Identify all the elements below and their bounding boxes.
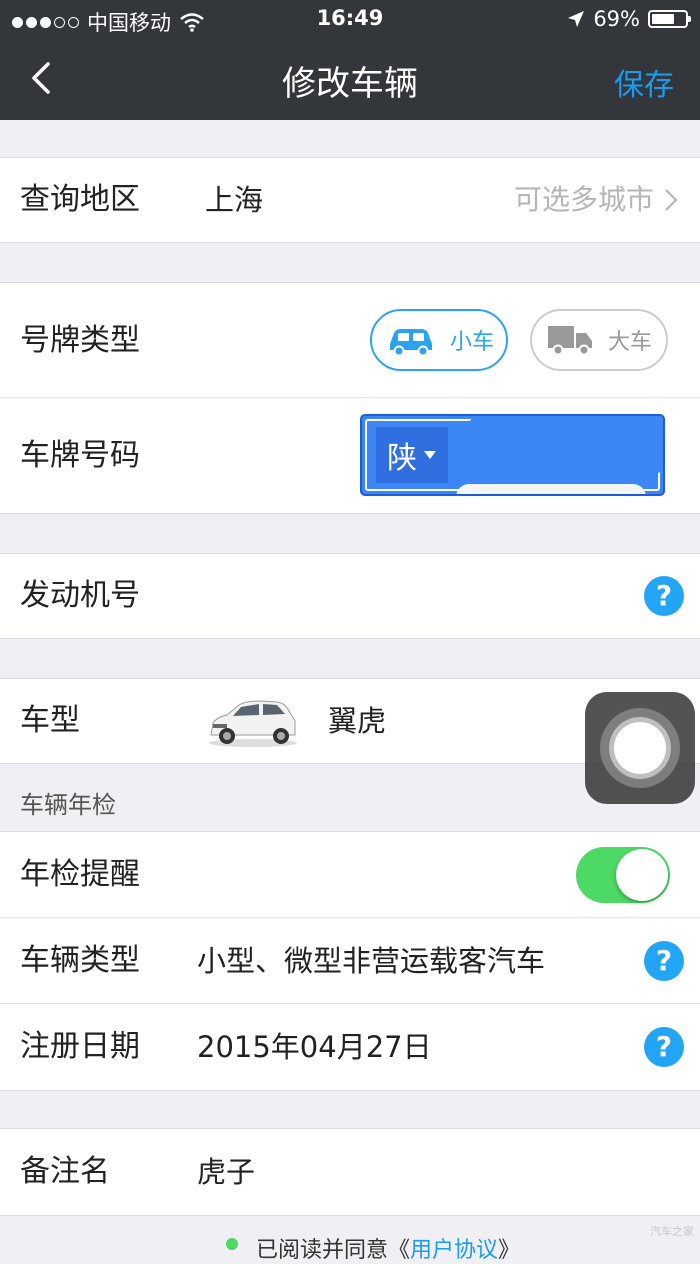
vehicle-type-row[interactable]: 车辆类型 小型、微型非营运载客汽车 ? [0,918,700,1004]
engine-number-label: 发动机号 [20,578,140,613]
chevron-right-icon [665,189,678,211]
redacted-mark [456,484,646,494]
agreement-link[interactable]: 用户协议 [410,1238,498,1263]
help-icon[interactable]: ? [644,941,684,981]
small-car-label: 小车 [450,330,495,355]
model-value: 翼虎 [328,704,387,738]
annual-check-group: 年检提醒 车辆类型 小型、微型非营运载客汽车 ? 注册日期 2015年04月27… [0,831,700,1091]
register-date-label: 注册日期 [20,1029,140,1064]
agreement-text: 已阅读并同意《 [256,1238,411,1263]
reminder-toggle[interactable] [576,847,670,903]
vehicle-type-label: 车辆类型 [20,943,140,978]
remark-row: 备注名 虎子 [0,1129,700,1215]
vehicle-type-value: 小型、微型非营运载客汽车 [197,944,546,978]
query-region-value: 上海 [205,183,264,217]
annual-check-section-title: 车辆年检 [20,791,116,819]
redacted-plate [462,416,663,482]
query-region-group: 查询地区 上海 可选多城市 [0,157,700,243]
plate-number-row: 车牌号码 陕 [0,398,700,513]
help-icon[interactable]: ? [644,576,684,616]
plate-type-row: 号牌类型 小车 大车 [0,283,700,398]
remark-label: 备注名 [20,1154,110,1189]
plate-number-label: 车牌号码 [20,438,140,473]
help-icon[interactable]: ? [644,1027,684,1067]
save-button[interactable]: 保存 [614,60,674,104]
query-region-row[interactable]: 查询地区 上海 可选多城市 [0,158,700,242]
query-region-label: 查询地区 [20,182,140,217]
location-arrow-icon [568,11,585,27]
agree-check-icon[interactable] [226,1238,238,1250]
register-date-value: 2015年04月27日 [197,1030,432,1064]
plate-group: 号牌类型 小车 大车 车牌号码 陕 [0,282,700,514]
remark-input[interactable]: 虎子 [197,1129,255,1215]
truck-icon [548,326,592,356]
province-selector[interactable]: 陕 [376,427,448,483]
model-label: 车型 [20,703,80,738]
reminder-row: 年检提醒 [0,832,700,918]
agreement-close: 》 [498,1238,521,1263]
engine-number-input[interactable] [200,554,560,638]
car-thumbnail [209,700,297,747]
small-car-option[interactable]: 小车 [370,309,508,371]
large-car-label: 大车 [608,330,653,355]
reminder-label: 年检提醒 [20,857,140,892]
battery-icon [648,10,691,28]
engine-group: 发动机号 ? [0,553,700,639]
caret-down-icon [424,451,436,459]
large-car-option[interactable]: 大车 [530,309,668,371]
agreement-note: 已阅读并同意《用户协议》 [256,1232,520,1264]
plate-type-label: 号牌类型 [20,323,140,358]
engine-number-row: 发动机号 ? [0,554,700,638]
page-title: 修改车辆 [282,64,418,104]
navigation-bar: 修改车辆 保存 [0,38,700,120]
watermark: 汽车之家 [650,1225,694,1238]
register-date-row[interactable]: 注册日期 2015年04月27日 ? [0,1004,700,1090]
province-value: 陕 [387,441,417,476]
plate-number-input[interactable]: 陕 [360,414,665,496]
car-icon [390,329,432,356]
battery-percent: 69% [593,7,640,31]
multi-city-hint: 可选多城市 [513,183,654,216]
assistive-touch-button[interactable] [585,692,695,804]
remark-group: 备注名 虎子 [0,1128,700,1216]
status-bar: 中国移动 16:49 69% [0,0,700,38]
